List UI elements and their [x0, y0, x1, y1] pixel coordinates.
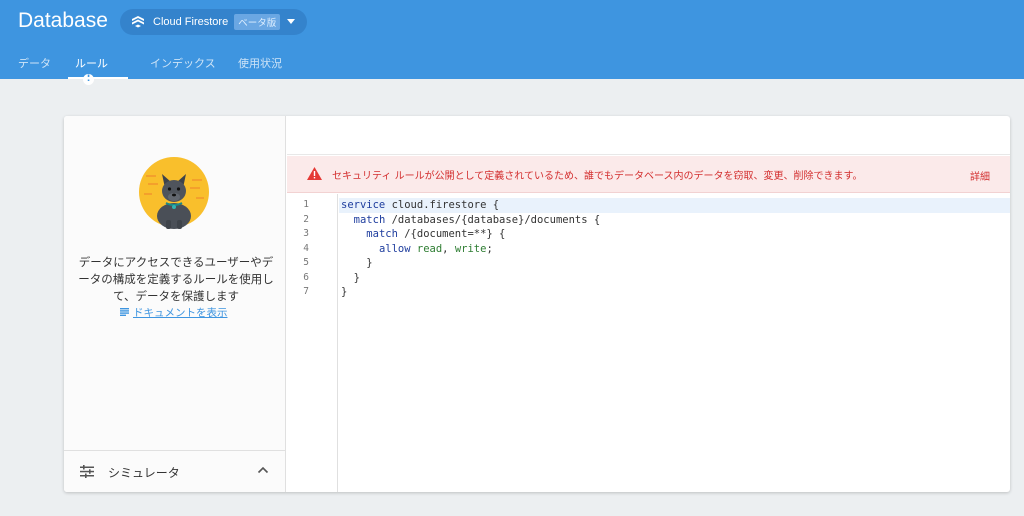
code-permission: write — [454, 242, 487, 255]
tab-indexes[interactable]: インデックス — [150, 50, 216, 79]
line-number-gutter: 1 2 3 4 5 6 7 — [287, 194, 338, 492]
line-number: 6 — [303, 271, 309, 283]
code-line: } — [339, 256, 1010, 271]
code-permission: read — [416, 242, 443, 255]
code-line: match /databases/{database}/documents { — [339, 213, 1010, 228]
code-line: } — [339, 285, 1010, 300]
code-text: } — [341, 286, 348, 298]
code-text: ; — [486, 242, 493, 255]
code-editor[interactable]: 1 2 3 4 5 6 7 service cloud.firestore { … — [287, 194, 1010, 492]
tab-rules[interactable]: ルール ! — [68, 50, 128, 85]
chevron-down-icon — [287, 19, 295, 24]
tab-data[interactable]: データ — [18, 50, 51, 79]
code-keyword: match — [366, 228, 398, 240]
editor-toolbar — [287, 116, 1010, 155]
code-text: , — [442, 242, 455, 255]
code-line: service cloud.firestore { — [339, 198, 1010, 213]
line-number: 3 — [303, 228, 309, 239]
tab-label: インデックス — [150, 57, 216, 70]
rules-description: データにアクセスできるユーザーやデータの構成を定義するルールを使用して、データを… — [78, 255, 274, 303]
code-text: } — [341, 257, 373, 269]
tune-icon — [80, 465, 94, 478]
docs-link-label: ドキュメントを表示 — [133, 307, 228, 319]
app-header: Database Cloud Firestore ベータ版 データ ルール ! … — [0, 0, 1024, 85]
tab-label: ルール — [75, 57, 108, 70]
rules-editor-panel: セキュリティ ルールが公開として定義されているため、誰でもデータベース内のデータ… — [287, 116, 1010, 492]
code-area[interactable]: service cloud.firestore { match /databas… — [339, 194, 1010, 492]
tab-label: データ — [18, 57, 51, 70]
tab-label: 使用状況 — [238, 57, 282, 70]
code-line: match /{document=**} { — [339, 227, 1010, 242]
chevron-up-icon — [257, 466, 269, 474]
beta-badge: ベータ版 — [234, 14, 281, 30]
line-number: 1 — [303, 199, 309, 210]
notes-icon — [120, 308, 129, 316]
database-name: Cloud Firestore — [153, 16, 229, 28]
rules-card: データにアクセスできるユーザーやデータの構成を定義するルールを使用して、データを… — [64, 116, 1010, 492]
code-text: /{document=**} { — [397, 228, 506, 240]
warning-message: セキュリティ ルールが公開として定義されているため、誰でもデータベース内のデータ… — [332, 171, 863, 182]
code-keyword: service — [341, 199, 386, 211]
tab-usage[interactable]: 使用状況 — [238, 50, 282, 79]
alert-icon: ! — [83, 74, 94, 85]
view-docs-link[interactable]: ドキュメントを表示 — [120, 305, 228, 320]
line-number: 7 — [303, 286, 309, 297]
code-line: } — [339, 271, 1010, 286]
page-title: Database — [18, 9, 108, 32]
simulator-toggle[interactable]: シミュレータ — [64, 450, 286, 492]
dog-mascot-illustration — [139, 157, 209, 229]
line-number: 2 — [303, 213, 309, 225]
code-keyword: allow — [378, 242, 411, 255]
line-number: 4 — [303, 242, 309, 254]
code-text: /databases/{database}/documents { — [385, 213, 601, 226]
code-text: } — [341, 271, 360, 284]
code-text: cloud.firestore { — [385, 199, 500, 211]
database-selector[interactable]: Cloud Firestore ベータ版 — [120, 9, 307, 35]
tab-bar: データ ルール ! インデックス 使用状況 — [0, 50, 400, 85]
info-panel: データにアクセスできるユーザーやデータの構成を定義するルールを使用して、データを… — [64, 116, 286, 492]
active-tab-indicator — [68, 77, 128, 79]
firestore-icon — [132, 16, 144, 28]
warning-icon — [307, 167, 322, 180]
simulator-label: シミュレータ — [108, 466, 180, 480]
code-line: allow read, write; — [339, 242, 1010, 257]
details-link[interactable]: 詳細 — [970, 168, 990, 183]
line-number: 5 — [303, 257, 309, 268]
security-warning-banner: セキュリティ ルールが公開として定義されているため、誰でもデータベース内のデータ… — [287, 156, 1010, 193]
code-keyword: match — [353, 213, 386, 226]
